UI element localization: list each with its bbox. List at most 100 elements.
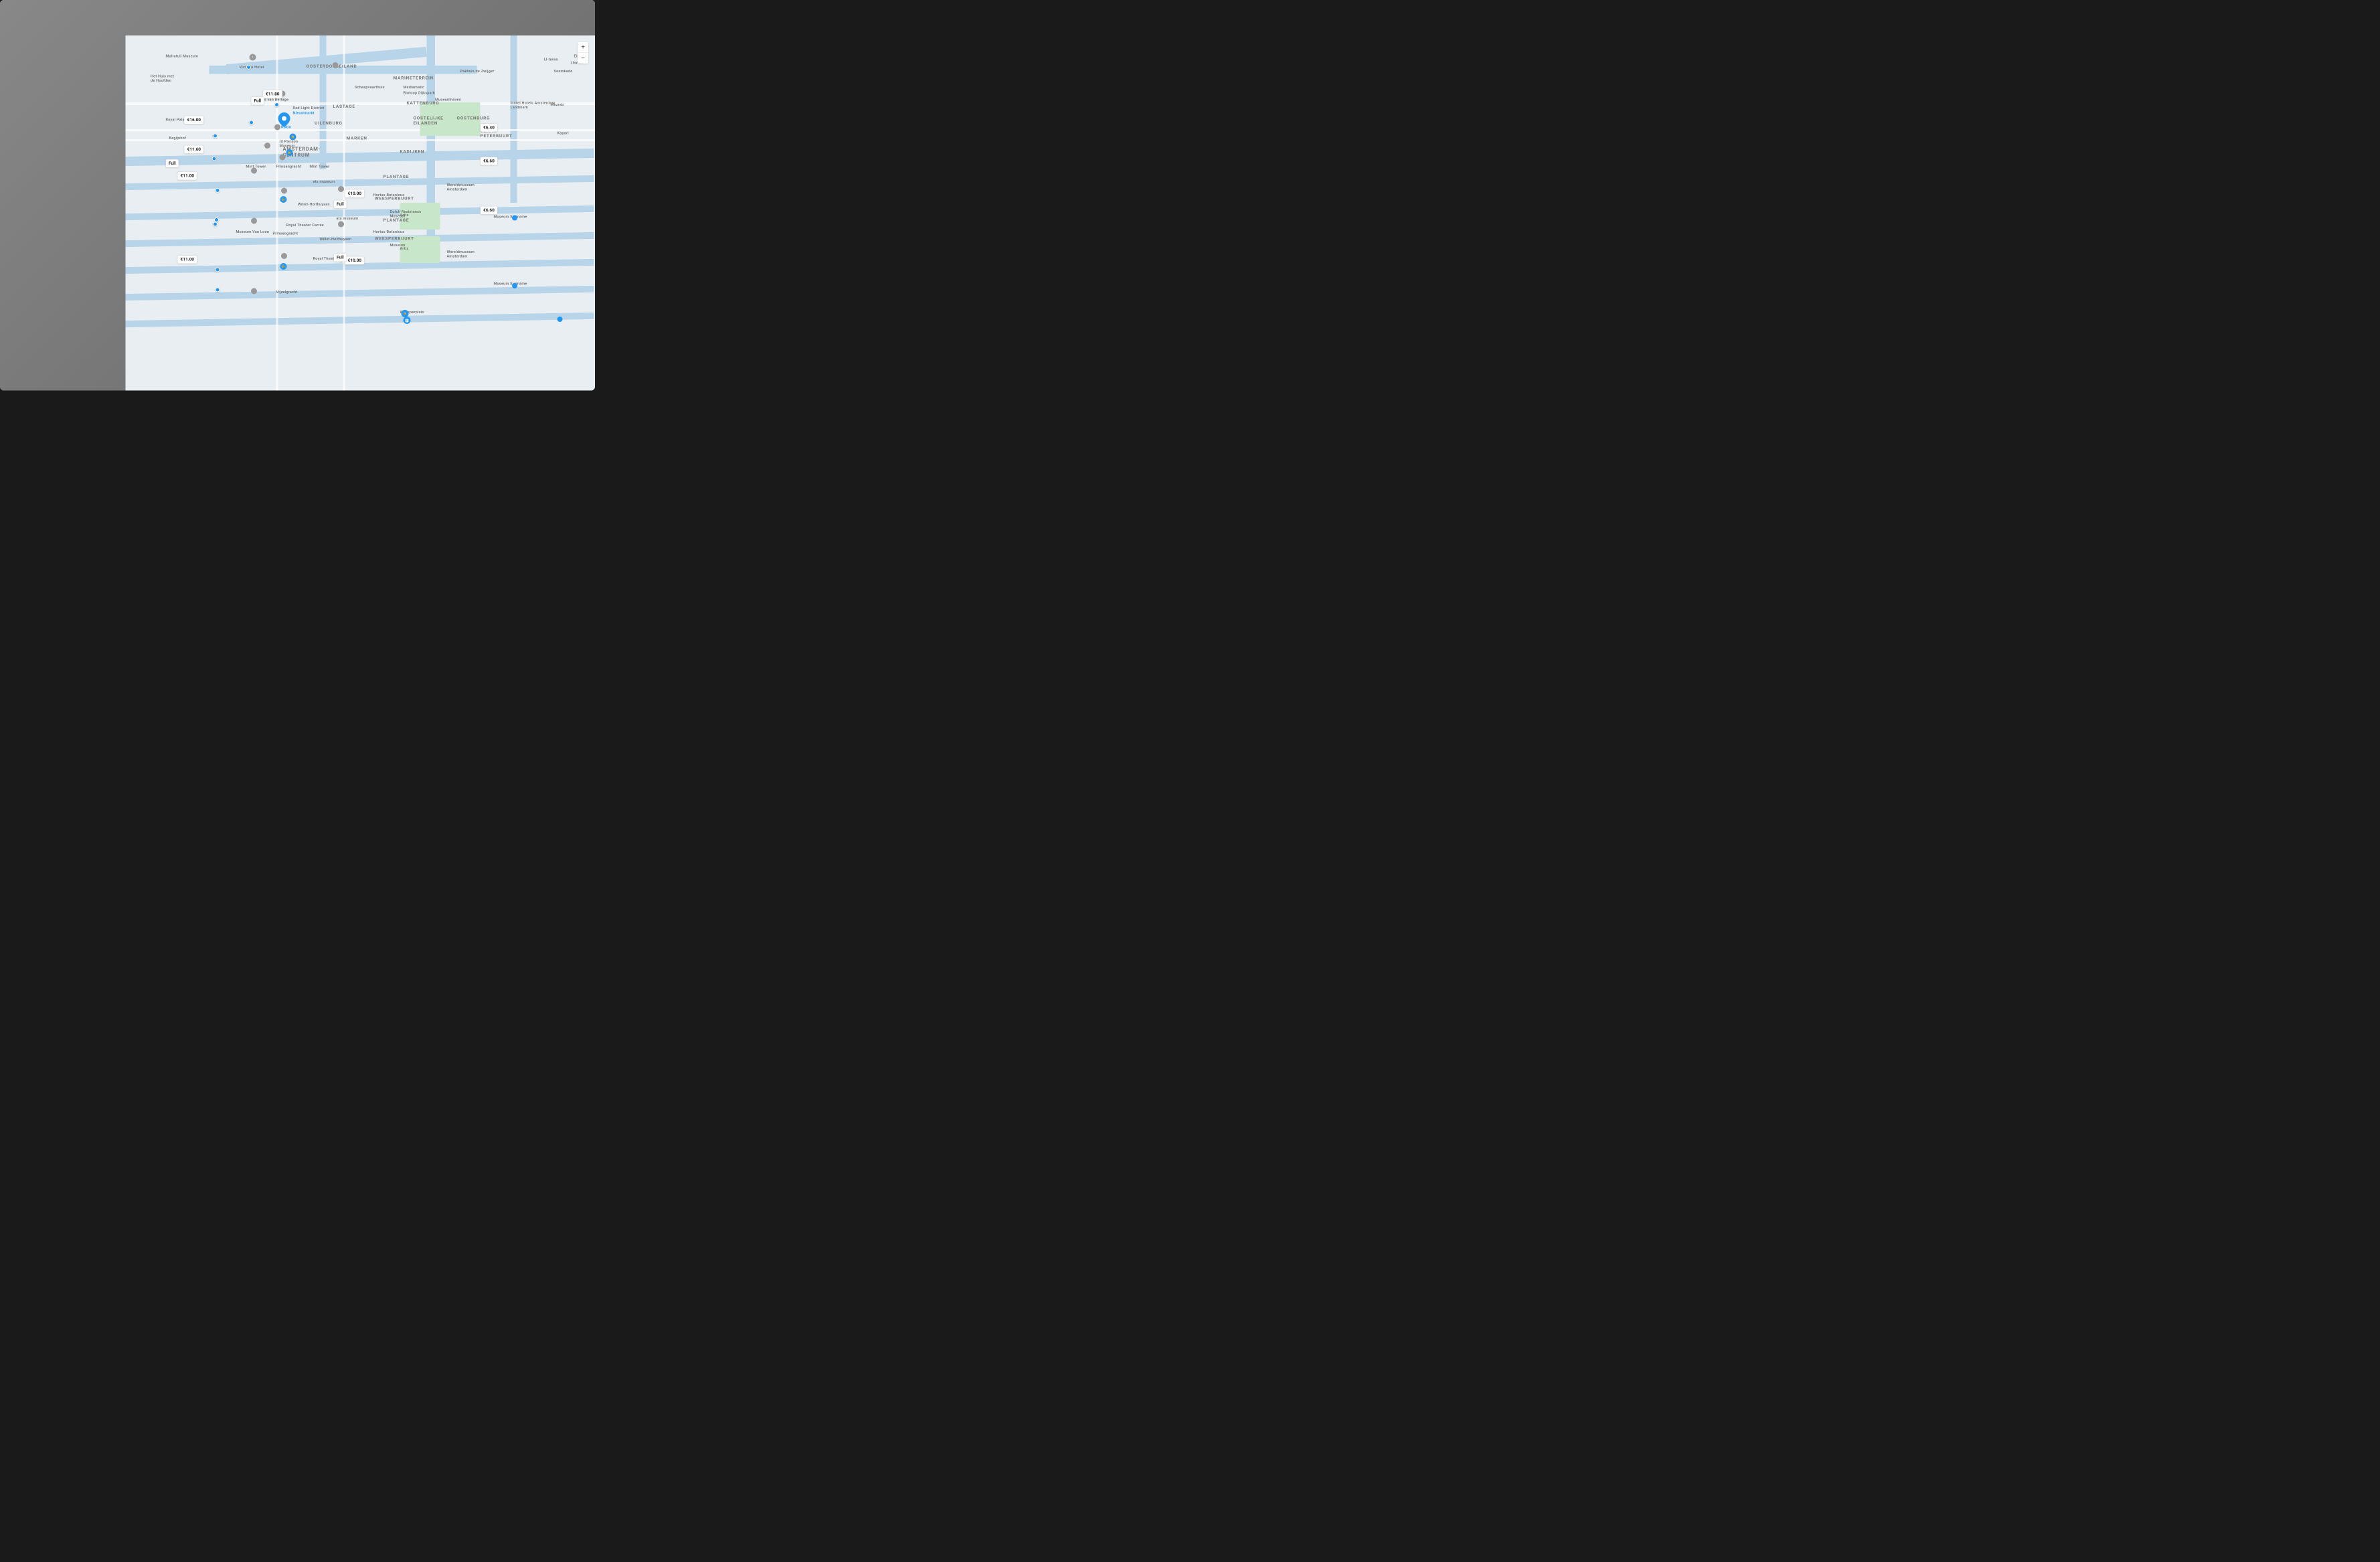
price-tag-1000b[interactable]: €10.00 bbox=[345, 256, 365, 265]
zoom-out-button[interactable]: − bbox=[578, 53, 588, 64]
area-label-lastage: LASTAGE bbox=[333, 104, 355, 110]
poi-beurs bbox=[333, 62, 339, 68]
price-tag-1180[interactable]: €11.80 bbox=[263, 90, 283, 99]
price-tag-1600[interactable]: €16.00 bbox=[184, 116, 204, 124]
map-label-museumhaven: Museumhaven bbox=[435, 98, 461, 102]
map-label-wereldmuseum2: WereldmuseumAmsterdam bbox=[447, 250, 475, 258]
full-tag-4[interactable]: Full bbox=[334, 254, 347, 262]
sidebar: 📍 Centrum 🔍 📅 Jun 26, 13:00 → Jun 26, 15… bbox=[0, 35, 126, 391]
map-dot-2 bbox=[274, 102, 279, 107]
area-label-marineterrein: MARINETERREIN bbox=[394, 76, 434, 81]
area-label-kadijken: KADIJKEN bbox=[400, 149, 425, 155]
map-label-aatsmuseum2: ats museum bbox=[337, 216, 359, 221]
map-label-museumvanloon: Museum Van Loon bbox=[236, 230, 270, 234]
map-label-prinsengracht2: Prinsengracht bbox=[273, 232, 299, 236]
map-area[interactable]: OOSTERDOKSEILAND MARINETERREIN KATTENBUR… bbox=[126, 35, 596, 391]
map-label-hortus1: Hortus Botanicus bbox=[373, 193, 405, 197]
poi-aats2 bbox=[281, 253, 287, 259]
zoom-in-button[interactable]: + bbox=[578, 42, 588, 53]
map-dot-6 bbox=[216, 188, 220, 193]
main-content: 📍 Centrum 🔍 📅 Jun 26, 13:00 → Jun 26, 15… bbox=[0, 35, 595, 391]
price-tag-1000a[interactable]: €10.00 bbox=[345, 189, 365, 198]
price-tag-660a[interactable]: €6.60 bbox=[481, 157, 498, 166]
map-label-willeth2: Willet-Holthuysen bbox=[320, 237, 352, 242]
poi-weesperplein: 🅿 bbox=[404, 317, 411, 324]
map-dot-4 bbox=[213, 134, 218, 139]
map-dot-8 bbox=[213, 222, 218, 227]
map-label-victoria: Victoria Hotel bbox=[240, 65, 264, 70]
map-label-dutchresist: Dutch ResistanceMuseum bbox=[390, 209, 422, 218]
map-dot-5 bbox=[212, 157, 217, 161]
map-label-multatuli: Multatuli Museum bbox=[166, 54, 199, 59]
map-label-biotoop: Biotoop Dijkspark bbox=[404, 91, 436, 96]
map-label-wereldmuseum1: WereldmuseumAmsterdam bbox=[447, 183, 475, 191]
map-label-museumsuriname1: Museum Suriname bbox=[494, 215, 527, 220]
area-label-plantage-2: PLANTAGE bbox=[384, 218, 410, 224]
map-label-rdpierson: rd PiersonMuseum bbox=[280, 139, 299, 148]
area-label-uilenburg: UILENBURG bbox=[315, 121, 343, 126]
map-label-ij-toren: IJ-toren bbox=[544, 58, 558, 62]
poi-5 bbox=[280, 155, 286, 161]
water-v3 bbox=[511, 35, 517, 203]
poi-museum1 bbox=[338, 186, 344, 192]
area-label-plantage-1: PLANTAGE bbox=[384, 175, 410, 180]
map-label-aatsmuseum: ats museum bbox=[313, 179, 335, 184]
map-label-hortus2: Hortus Botanicus bbox=[373, 230, 405, 234]
map-label-pakhuis: Pakhuis de Zwijger bbox=[460, 69, 495, 74]
area-label-oostelijke-eilanden: OOSTELIJKEEILANDEN bbox=[414, 116, 444, 126]
road-h2 bbox=[126, 129, 596, 131]
map-label-veemkade: Veemkade bbox=[554, 69, 573, 74]
road-v1 bbox=[276, 35, 278, 391]
lock-weesper: 🔒 bbox=[402, 310, 409, 317]
map-label-royaltheatre: Royal Theater Carrée bbox=[286, 223, 325, 228]
lock-rdpierson: 🔒 bbox=[286, 149, 293, 156]
center-map-pin bbox=[278, 112, 290, 128]
area-label-marken: MARKEN bbox=[347, 136, 367, 141]
full-tag-2[interactable]: Full bbox=[166, 159, 179, 168]
lock-rokin: 🔒 bbox=[290, 134, 296, 141]
price-tag-1160[interactable]: €11.60 bbox=[184, 145, 204, 154]
zoom-controls: + − bbox=[578, 42, 588, 64]
poi-museum2 bbox=[338, 222, 344, 228]
price-tag-640[interactable]: €6.40 bbox=[481, 124, 498, 133]
area-label-oosterdokseiland: OOSTERDOKSEILAND bbox=[307, 64, 357, 70]
map-label-museum-2: Museum bbox=[390, 243, 406, 248]
map-dot-9 bbox=[216, 268, 220, 272]
map-label-museumsuriname2: Museum Suriname bbox=[494, 282, 527, 286]
map-label-begijnhof: Begijnhof bbox=[169, 136, 187, 141]
map-label-nieuwmarkt: Nieuwmarkt bbox=[293, 111, 315, 116]
map-label-mediamatic: Mediamatic bbox=[404, 85, 425, 90]
poi-4 bbox=[264, 143, 270, 149]
map-dot-1 bbox=[246, 65, 251, 70]
card-image-3 bbox=[0, 358, 126, 391]
map-label-inntel: Inntel Hotels AmsterdamLandmark bbox=[511, 101, 556, 110]
card-3 bbox=[0, 358, 126, 391]
poi-minttower bbox=[251, 168, 257, 174]
map-label-willethh: Willet-Holthuysen bbox=[298, 202, 330, 207]
map-dot-10 bbox=[216, 288, 220, 292]
price-tag-660b[interactable]: €6.60 bbox=[481, 206, 498, 215]
map-label-redlight: Red Light District bbox=[293, 106, 325, 110]
map-label-vijzelgracht: Vijzelgracht bbox=[276, 290, 298, 294]
area-label-weesperbuurt-2: WEESPERBUURT bbox=[375, 236, 414, 242]
lock-1100b: 🔒 bbox=[280, 263, 287, 270]
price-tag-1100a[interactable]: €11.00 bbox=[177, 172, 197, 181]
full-tag-1[interactable]: Full bbox=[251, 97, 264, 106]
area-label-oostenburg: OOSTENBURG bbox=[457, 116, 491, 121]
poi-1: i bbox=[250, 54, 256, 61]
map-label-hethuis: Het Huis metde Hoofden bbox=[151, 74, 174, 83]
map-label-kapari: Kapari bbox=[558, 131, 569, 136]
app-window: ParkBee Park with us ▾ Work with us ▾ Ab… bbox=[0, 0, 595, 391]
price-tag-1100b[interactable]: €11.00 bbox=[177, 256, 197, 264]
map-label-scheepvaart: Scheepvaarthuis bbox=[355, 85, 385, 90]
map-label-minttower2: Mint Tower bbox=[310, 165, 330, 169]
map-dot-3 bbox=[249, 120, 254, 125]
poi-amsterdam bbox=[558, 317, 563, 322]
poi-vijzel bbox=[251, 288, 257, 294]
map-label-prinsengracht: Prinsengracht bbox=[276, 165, 302, 169]
lock-1160: 🔒 bbox=[280, 196, 287, 203]
dot-museumsuriname2 bbox=[512, 283, 517, 288]
full-tag-3[interactable]: Full bbox=[334, 200, 347, 209]
poi-museumvl bbox=[251, 218, 257, 224]
dot-museumsuriname1 bbox=[512, 215, 517, 221]
